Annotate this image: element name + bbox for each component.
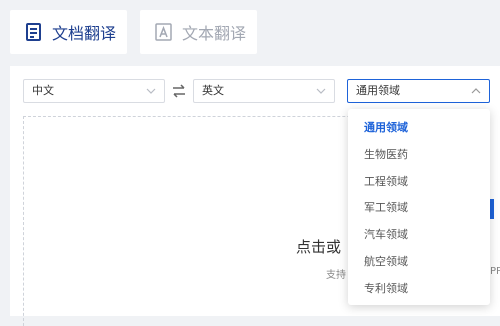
document-icon — [24, 22, 44, 42]
domain-select[interactable]: 通用领域 — [347, 79, 490, 103]
tab-text-translation[interactable]: 文本翻译 — [140, 10, 257, 54]
domain-option[interactable]: 航空领域 — [364, 253, 408, 269]
chevron-down-icon — [146, 88, 156, 94]
domain-option[interactable]: 通用领域 — [364, 119, 408, 135]
text-a-icon — [154, 22, 174, 42]
tab-document-translation[interactable]: 文档翻译 — [10, 10, 127, 54]
dropzone-subtitle-tail: PP — [490, 266, 500, 277]
domain-option[interactable]: 专利领域 — [364, 280, 408, 296]
source-language-select[interactable]: 中文 — [23, 79, 165, 103]
target-language-select[interactable]: 英文 — [193, 79, 335, 103]
tab-text-label: 文本翻译 — [182, 24, 247, 43]
swap-arrows-icon[interactable] — [171, 84, 187, 98]
chevron-down-icon — [316, 88, 326, 94]
domain-option[interactable]: 生物医药 — [364, 146, 408, 162]
dropzone-subtitle: 支持 — [326, 270, 346, 281]
domain-option[interactable]: 汽车领域 — [364, 226, 408, 242]
domain-option[interactable]: 工程领域 — [364, 173, 408, 189]
domain-dropdown-menu: 通用领域生物医药工程领域军工领域汽车领域航空领域专利领域 — [348, 109, 490, 305]
dropzone-title: 点击或 — [296, 238, 342, 256]
tab-document-label: 文档翻译 — [52, 24, 117, 43]
domain-value: 通用领域 — [356, 84, 400, 97]
domain-option[interactable]: 军工领域 — [364, 199, 408, 215]
target-language-value: 英文 — [202, 84, 224, 97]
chevron-up-icon — [471, 88, 481, 94]
source-language-value: 中文 — [32, 84, 54, 97]
